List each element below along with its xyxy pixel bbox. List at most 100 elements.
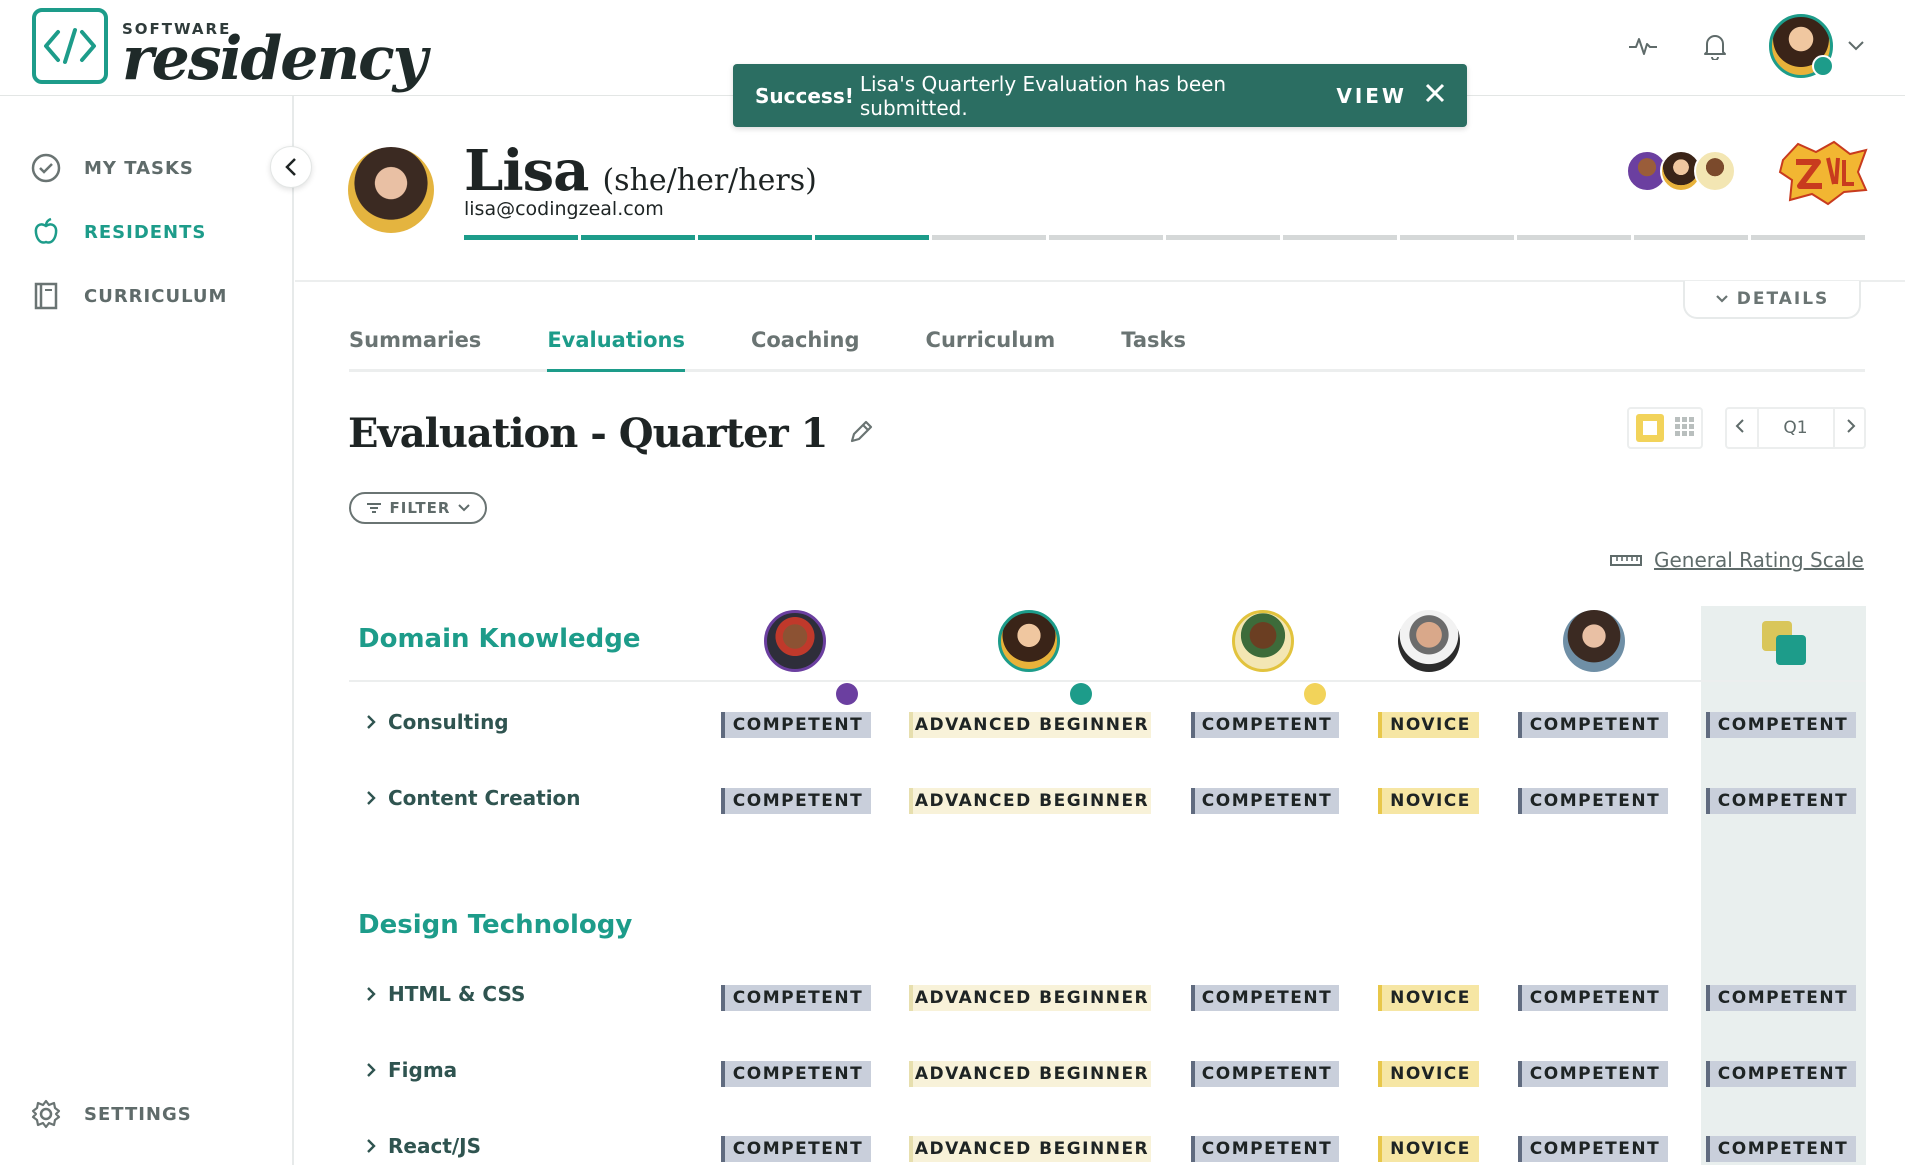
details-toggle[interactable]: DETAILS <box>1683 281 1861 319</box>
user-avatar[interactable] <box>1769 14 1834 78</box>
chevron-right-icon <box>367 1139 376 1153</box>
quarter-navigator: Q1 <box>1725 407 1866 449</box>
rating-pill: NOVICE <box>1378 788 1479 814</box>
competency-label: React/JS <box>388 1134 482 1158</box>
rating-scale-link[interactable]: General Rating Scale <box>1610 548 1864 572</box>
rating-pill: ADVANCED BEGINNER <box>909 1136 1151 1162</box>
rating-scale-label: General Rating Scale <box>1654 548 1864 572</box>
progress-segment <box>932 235 1046 240</box>
competency-row-toggle[interactable]: React/JS <box>366 1134 481 1158</box>
evaluator-avatar[interactable] <box>998 610 1060 672</box>
competency-row-toggle[interactable]: Figma <box>366 1058 457 1082</box>
residency-progress-bar <box>464 235 1865 240</box>
rating-pill: COMPETENT <box>721 1136 871 1162</box>
rating-pill: COMPETENT <box>1191 985 1339 1011</box>
rating-pill: COMPETENT <box>721 712 871 738</box>
chevron-right-icon[interactable] <box>1846 418 1856 439</box>
toast-view-button[interactable]: VIEW <box>1336 84 1407 108</box>
evaluator-avatar[interactable] <box>1232 610 1294 672</box>
chevron-down-icon <box>458 504 471 512</box>
tab-evaluations[interactable]: Evaluations <box>547 324 685 372</box>
evaluator-avatar[interactable] <box>1398 610 1460 672</box>
grid-view-icon[interactable] <box>1674 416 1694 440</box>
filter-label: FILTER <box>389 499 451 517</box>
progress-segment <box>698 235 812 240</box>
sidebar-item-residents[interactable]: RESIDENTS <box>30 216 206 248</box>
single-view-icon[interactable] <box>1636 414 1664 442</box>
evaluator-avatar[interactable] <box>1563 610 1625 672</box>
tab-curriculum[interactable]: Curriculum <box>926 324 1056 369</box>
rating-pill: COMPETENT <box>1706 1136 1856 1162</box>
rating-pill: NOVICE <box>1378 1061 1479 1087</box>
rating-pill: ADVANCED BEGINNER <box>909 1061 1151 1087</box>
rating-pill: ADVANCED BEGINNER <box>909 985 1151 1011</box>
progress-segment <box>1634 235 1748 240</box>
gear-icon <box>31 1099 61 1129</box>
rocket-badge-icon <box>1304 683 1326 705</box>
rating-pill: COMPETENT <box>1518 712 1668 738</box>
filter-button[interactable]: FILTER <box>349 492 487 524</box>
book-icon <box>34 282 58 310</box>
sidebar-item-curriculum[interactable]: CURRICULUM <box>30 280 227 312</box>
ruler-icon <box>1610 555 1642 566</box>
rating-pill: COMPETENT <box>1191 788 1339 814</box>
sidebar: MY TASKS RESIDENTS CURRICULUM SETTINGS <box>0 96 294 1165</box>
apple-icon <box>34 217 58 244</box>
sidebar-item-label: RESIDENTS <box>84 221 207 243</box>
progress-segment <box>1166 235 1280 240</box>
tab-summaries[interactable]: Summaries <box>349 324 481 369</box>
rating-pill: ADVANCED BEGINNER <box>909 712 1151 738</box>
resident-email: lisa@codingzeal.com <box>464 198 664 220</box>
tab-coaching[interactable]: Coaching <box>751 324 860 369</box>
rating-pill: COMPETENT <box>1518 1136 1668 1162</box>
competency-row-toggle[interactable]: Consulting <box>366 710 509 734</box>
competency-label: Consulting <box>388 710 509 734</box>
rating-pill: COMPETENT <box>1191 1136 1339 1162</box>
progress-segment <box>1400 235 1514 240</box>
code-brackets-icon <box>32 8 108 84</box>
section-title: Domain Knowledge <box>358 624 641 654</box>
cube-badge-icon <box>1070 683 1092 705</box>
logo-script-text: residency <box>122 24 428 94</box>
rating-pill: COMPETENT <box>1706 985 1856 1011</box>
competency-row-toggle[interactable]: HTML & CSS <box>366 982 525 1006</box>
evaluator-avatar[interactable] <box>764 610 826 672</box>
resident-avatar <box>348 147 434 233</box>
resident-name: Lisa <box>464 138 589 204</box>
rating-pill: COMPETENT <box>721 1061 871 1087</box>
team-avatars[interactable] <box>1626 150 1736 192</box>
sidebar-item-settings[interactable]: SETTINGS <box>30 1098 192 1130</box>
chevron-left-icon <box>285 158 296 176</box>
activity-pulse-icon[interactable] <box>1625 28 1661 64</box>
collapse-sidebar-button[interactable] <box>270 146 312 188</box>
progress-segment <box>1049 235 1163 240</box>
progress-segment <box>1283 235 1397 240</box>
chevron-down-icon <box>1715 295 1728 303</box>
chevron-right-icon <box>367 1063 376 1077</box>
pencil-icon[interactable] <box>847 418 875 450</box>
competency-label: HTML & CSS <box>388 982 526 1006</box>
competency-row-toggle[interactable]: Content Creation <box>366 786 581 810</box>
app-logo[interactable]: SOFTWARE residency <box>32 8 428 94</box>
bell-icon[interactable] <box>1697 28 1733 64</box>
competency-label: Content Creation <box>388 786 581 810</box>
book-badge-icon <box>836 683 858 705</box>
rating-pill: COMPETENT <box>1706 788 1856 814</box>
rating-pill: NOVICE <box>1378 712 1479 738</box>
competency-label: Figma <box>388 1058 458 1082</box>
chevron-down-icon[interactable] <box>1847 37 1865 56</box>
final-rating-icon <box>1760 619 1808 667</box>
close-icon[interactable] <box>1425 83 1445 108</box>
zeal-logo <box>1778 140 1868 206</box>
sidebar-item-label: CURRICULUM <box>84 285 228 307</box>
toast-message: Lisa's Quarterly Evaluation has been sub… <box>859 71 1227 120</box>
check-circle-icon <box>31 153 61 183</box>
tab-tasks[interactable]: Tasks <box>1121 324 1186 369</box>
sidebar-item-my-tasks[interactable]: MY TASKS <box>30 152 194 184</box>
chevron-left-icon[interactable] <box>1735 418 1745 439</box>
rating-pill: COMPETENT <box>1706 1061 1856 1087</box>
header-divider <box>295 280 1905 282</box>
rating-pill: COMPETENT <box>1518 1061 1668 1087</box>
resident-pronouns: (she/her/hers) <box>602 163 817 198</box>
progress-segment <box>464 235 578 240</box>
